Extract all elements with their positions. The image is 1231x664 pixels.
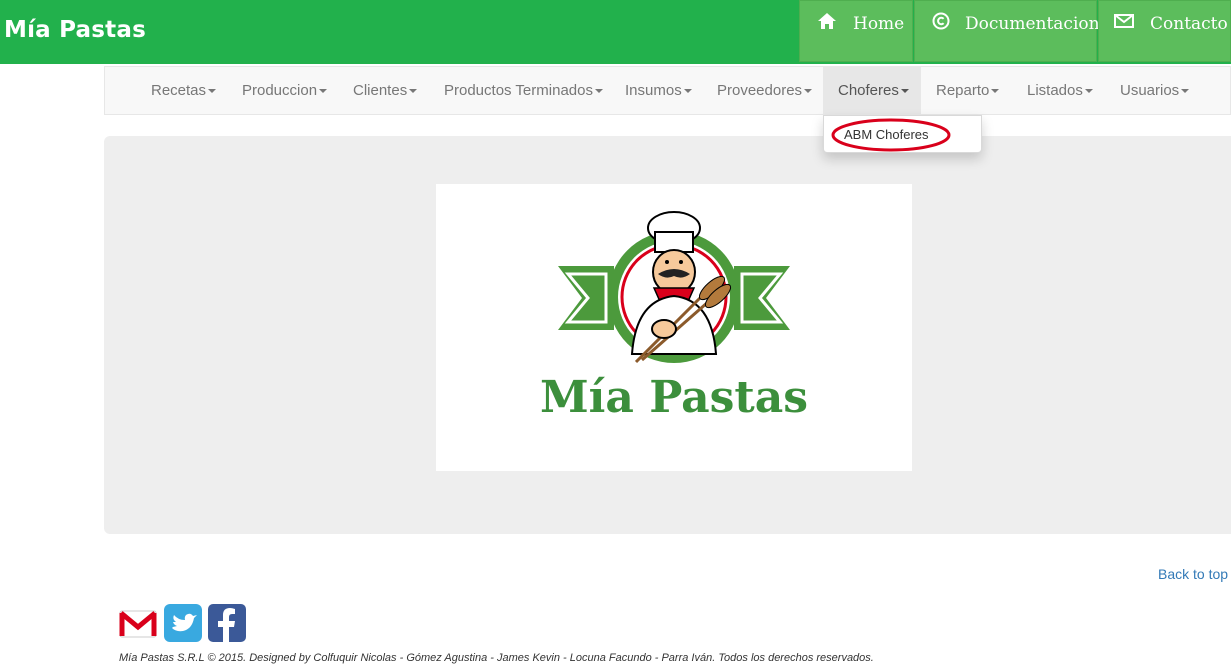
menu-produccion[interactable]: Produccion <box>242 67 328 114</box>
menu-usuarios[interactable]: Usuarios <box>1120 67 1190 114</box>
menu-choferes-label: Choferes <box>838 82 899 99</box>
abm-choferes-link[interactable]: ABM Choferes <box>844 127 929 142</box>
chef-logo-graphic <box>558 211 790 364</box>
caret-down-icon <box>804 89 813 94</box>
gmail-icon[interactable] <box>119 604 157 642</box>
menu-reparto-label: Reparto <box>936 82 990 99</box>
menu-recetas[interactable]: Recetas <box>151 67 217 114</box>
menu-clientes[interactable]: Clientes <box>353 67 418 114</box>
caret-down-icon <box>1084 89 1093 94</box>
caret-down-icon <box>1181 89 1190 94</box>
menu-insumos-label: Insumos <box>625 82 682 99</box>
contacto-label: Contacto <box>1150 14 1228 34</box>
brand-title[interactable]: Mía Pastas <box>4 17 146 43</box>
caret-down-icon <box>319 89 328 94</box>
menu-proveedores[interactable]: Proveedores <box>717 67 813 114</box>
choferes-dropdown: ABM Choferes <box>823 115 982 153</box>
documentacion-label: Documentacion <box>965 14 1100 34</box>
caret-down-icon <box>683 89 692 94</box>
twitter-icon[interactable] <box>164 604 202 642</box>
menu-clientes-label: Clientes <box>353 82 408 99</box>
menu-listados[interactable]: Listados <box>1027 67 1093 114</box>
copyright-icon <box>931 11 951 33</box>
top-header: Mía Pastas Home Documentacion Contacto <box>0 0 1231 64</box>
menu-recetas-label: Recetas <box>151 82 207 99</box>
top-nav: Home Documentacion Contacto <box>799 0 1231 64</box>
footer-copyright: Mía Pastas S.R.L © 2015. Designed by Col… <box>119 652 874 664</box>
main-menu-bar: Recetas Produccion Clientes Productos Te… <box>104 66 1231 115</box>
logo-image: Mía Pastas <box>436 184 912 471</box>
caret-down-icon <box>900 89 909 94</box>
menu-productos-terminados-label: Productos Terminados <box>444 82 593 99</box>
home-label: Home <box>853 14 905 34</box>
envelope-icon <box>1114 11 1136 33</box>
caret-down-icon <box>409 89 418 94</box>
caret-down-icon <box>991 89 1000 94</box>
home-button[interactable]: Home <box>799 0 913 62</box>
home-icon <box>817 11 839 33</box>
contacto-button[interactable]: Contacto <box>1098 0 1231 62</box>
menu-usuarios-label: Usuarios <box>1120 82 1180 99</box>
facebook-icon[interactable] <box>208 604 246 642</box>
menu-produccion-label: Produccion <box>242 82 318 99</box>
menu-choferes[interactable]: Choferes <box>823 67 921 114</box>
back-to-top-link[interactable]: Back to top <box>1158 566 1228 582</box>
menu-insumos[interactable]: Insumos <box>625 67 692 114</box>
documentacion-button[interactable]: Documentacion <box>914 0 1100 62</box>
logo-text: Mía Pastas <box>539 372 809 423</box>
menu-productos-terminados[interactable]: Productos Terminados <box>444 67 603 114</box>
caret-down-icon <box>208 89 217 94</box>
caret-down-icon <box>594 89 603 94</box>
menu-listados-label: Listados <box>1027 82 1083 99</box>
menu-proveedores-label: Proveedores <box>717 82 803 99</box>
menu-reparto[interactable]: Reparto <box>936 67 1000 114</box>
